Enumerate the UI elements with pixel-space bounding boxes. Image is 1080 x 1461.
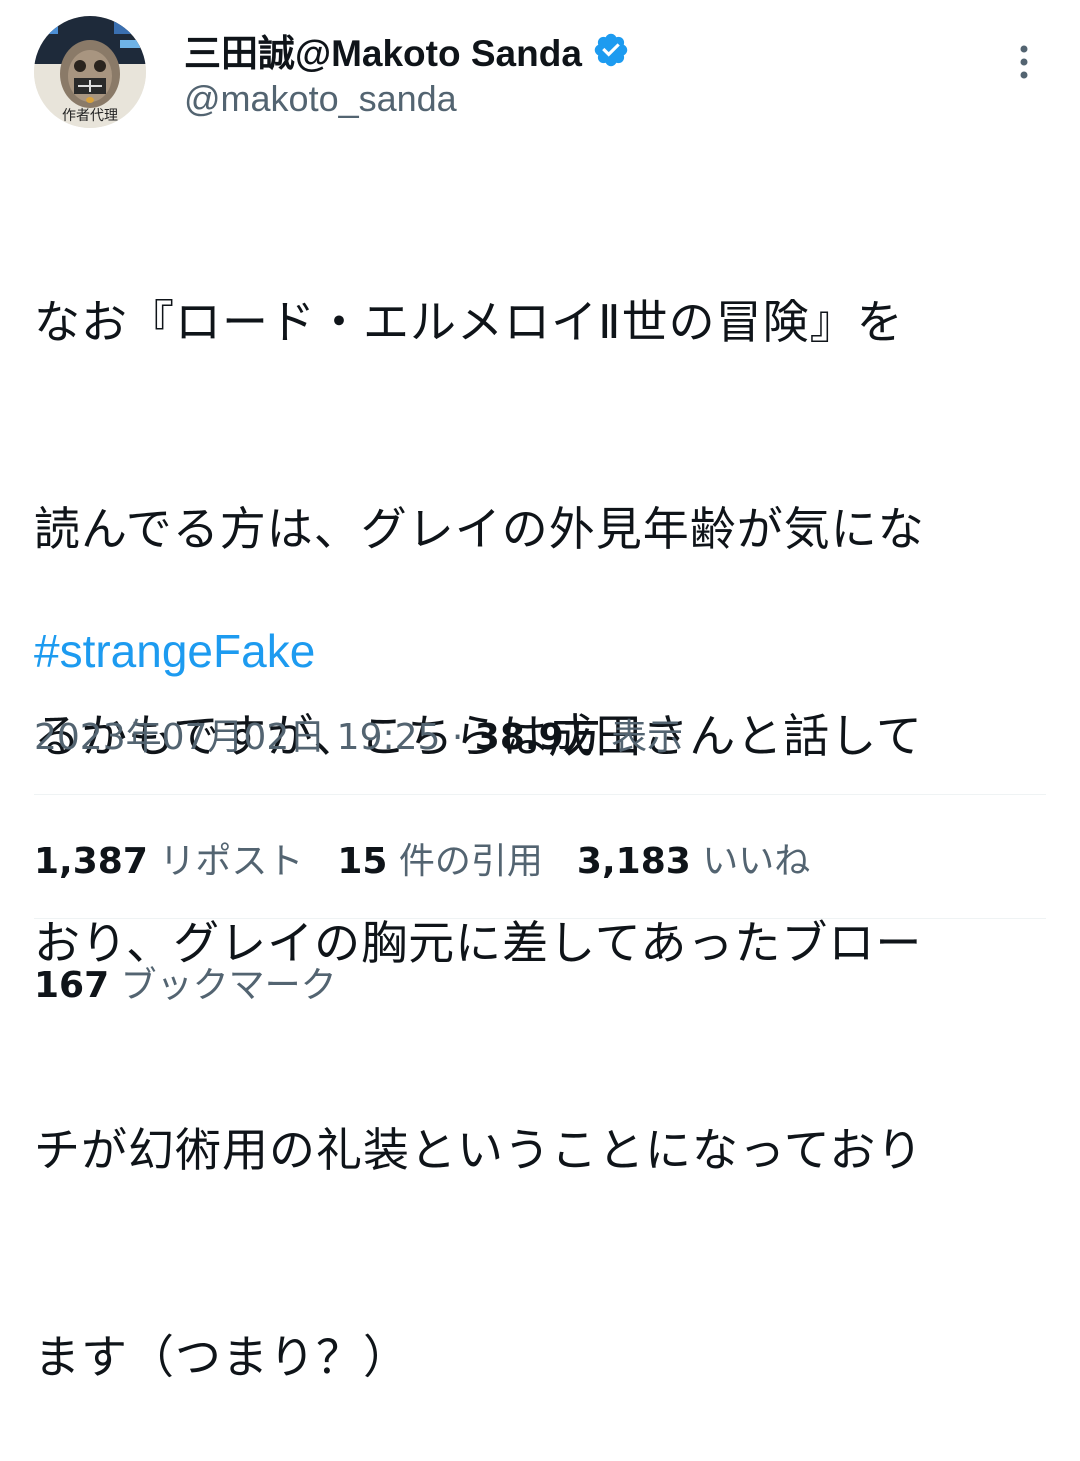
user-handle[interactable]: @makoto_sanda xyxy=(184,78,457,120)
engagement-stats: 1,387 リポスト 15 件の引用 3,183 いいね xyxy=(34,832,810,884)
bookmarks-stat[interactable]: 167 ブックマーク xyxy=(34,956,337,1008)
tweet-text-line: 読んでる方は、グレイの外見年齢が気にな xyxy=(34,502,925,556)
quotes-count: 15 xyxy=(337,841,388,882)
more-options-icon[interactable] xyxy=(1010,42,1038,82)
quotes-label: 件の引用 xyxy=(398,841,543,882)
bookmarks-count: 167 xyxy=(34,965,110,1006)
reposts-count: 1,387 xyxy=(34,841,148,882)
avatar-caption: 作者代理 xyxy=(62,108,118,124)
tweet-meta: 2023年07月02日 19:25 · 38.9万 表示 xyxy=(34,708,683,760)
bookmarks-label: ブックマーク xyxy=(120,965,337,1006)
likes-count: 3,183 xyxy=(576,841,691,882)
views-label: 表示 xyxy=(611,717,684,758)
display-name[interactable]: 三田誠@Makoto Sanda xyxy=(184,23,582,77)
tweet-text-line: なお『ロード・エルメロイⅡ世の冒険』を xyxy=(34,295,904,349)
likes-stat[interactable]: 3,183 いいね xyxy=(577,832,810,884)
hashtag-link[interactable]: #strangeFake xyxy=(34,624,315,678)
name-row: 三田誠@Makoto Sanda xyxy=(184,26,630,74)
verified-badge-icon[interactable] xyxy=(592,31,630,69)
views-count: 38.9万 xyxy=(474,717,600,758)
tweet-text: なお『ロード・エルメロイⅡ世の冒険』を 読んでる方は、グレイの外見年齢が気にな … xyxy=(34,150,1034,1461)
likes-label: いいね xyxy=(702,841,811,882)
divider xyxy=(34,794,1046,795)
quotes-stat[interactable]: 15 件の引用 xyxy=(337,832,543,884)
avatar[interactable]: 作者代理 xyxy=(34,16,146,128)
tweet-text-line: ます（つまり？） xyxy=(34,1330,410,1384)
reposts-label: リポスト xyxy=(159,841,304,882)
tweet-text-line: チが幻術用の礼装ということになっており xyxy=(34,1123,924,1177)
reposts-stat[interactable]: 1,387 リポスト xyxy=(34,832,303,884)
tweet-header: 作者代理 三田誠@Makoto Sanda @makoto_sanda xyxy=(34,16,1046,132)
meta-separator: · xyxy=(451,717,464,758)
divider xyxy=(34,918,1046,919)
avatar-image: 作者代理 xyxy=(34,16,146,128)
timestamp-link[interactable]: 2023年07月02日 19:25 xyxy=(34,717,440,758)
